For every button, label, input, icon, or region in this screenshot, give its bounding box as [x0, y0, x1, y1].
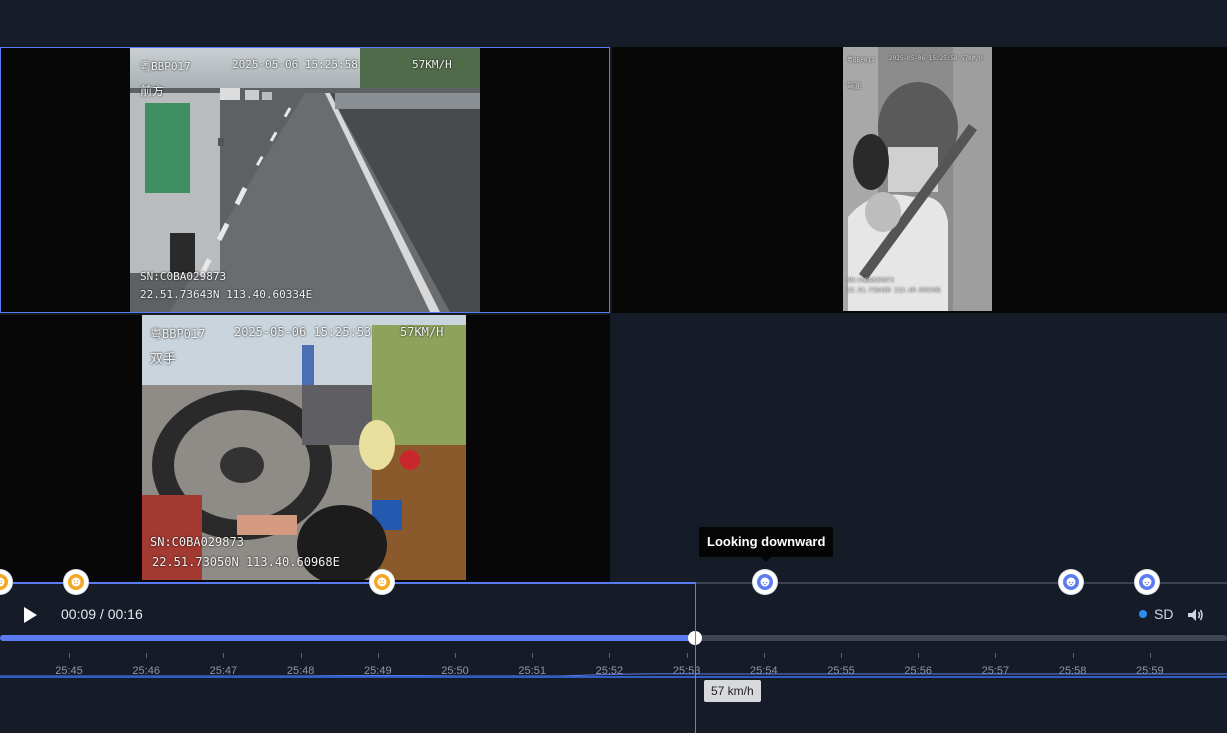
osd-plate: 粤BBP017: [847, 57, 875, 64]
timeline-tick: [686, 653, 688, 658]
osd-plate: 粤BBP017: [150, 327, 206, 341]
osd-channel-label: 前方: [140, 84, 165, 98]
timeline-tick: [841, 653, 842, 658]
video-cell-driver[interactable]: 粤BBP017 2025-05-06 15:25:58 57KM/H 驾驶 SN…: [612, 47, 1227, 313]
progress-fill: [0, 635, 695, 641]
looking-down-icon: [1142, 577, 1152, 587]
osd-channel-label: 驾驶: [847, 82, 861, 90]
timeline-tick: [532, 653, 534, 658]
event-marker[interactable]: [1059, 570, 1083, 594]
quality-label: SD: [1154, 606, 1174, 622]
timeline-cursor: [695, 582, 696, 733]
quality-dot: [1139, 610, 1147, 618]
event-marker[interactable]: [370, 570, 394, 594]
osd-gps: 22.51.73643N 113.40.60334E: [847, 287, 941, 294]
osd-serial: SN:C0BA029873: [847, 277, 894, 284]
speed-readout: 57 km/h: [704, 680, 761, 702]
osd-speed: 57KM/H: [400, 325, 444, 339]
timeline-tick: [918, 653, 920, 658]
looking-down-icon: [760, 577, 770, 587]
timeline-tick: [455, 653, 456, 658]
event-track-played: [0, 582, 696, 584]
looking-down-icon: [1066, 577, 1076, 587]
osd-speed: 57KM/H: [412, 58, 452, 71]
timeline-tick: [300, 653, 302, 658]
time-display: 00:09 / 00:16: [61, 606, 143, 622]
quality-selector[interactable]: SD: [1139, 606, 1173, 622]
timeline-tick: [69, 653, 70, 658]
alert-face-icon: [0, 577, 5, 587]
event-tooltip: Looking downward: [699, 527, 834, 562]
osd-channel-label: 双手: [150, 352, 177, 367]
osd-datetime: 2025-05-06 15:25:58: [232, 58, 358, 71]
timeline-tick: [377, 653, 379, 658]
driver-camera-feed: 粤BBP017 2025-05-06 15:25:58 57KM/H 驾驶 SN…: [843, 47, 992, 311]
timeline-tick: [1149, 653, 1151, 658]
osd-gps: 22.51.73643N 113.40.60334E: [140, 288, 313, 301]
timeline-baseline: [0, 676, 1227, 678]
video-grid: 粤BBP017 2025-05-06 15:25:58 57KM/H 前方 SN…: [0, 47, 1227, 582]
alert-face-icon: [377, 577, 387, 587]
top-bar: [0, 0, 1227, 47]
event-marker[interactable]: [64, 570, 88, 594]
volume-icon: [1188, 609, 1203, 621]
alert-face-icon: [71, 577, 81, 587]
player-controls: Looking downward 00:09 / 00:16 SD 25:45 2…: [0, 527, 1227, 733]
volume-button[interactable]: [1186, 606, 1204, 624]
event-marker[interactable]: [1135, 570, 1159, 594]
timeline-tick: [1072, 653, 1074, 658]
osd-speed: 57KM/H: [961, 55, 983, 62]
timeline-tick: [609, 653, 611, 658]
osd-serial: SN:C0BA029873: [140, 270, 227, 283]
osd-gps: 22.51.73050N 113.40.60968E: [152, 555, 340, 569]
timeline-tick: [146, 653, 148, 658]
osd-datetime: 2025-05-06 15:25:58: [889, 55, 958, 62]
front-camera-feed: 粤BBP017 2025-05-06 15:25:58 57KM/H 前方 SN…: [130, 48, 480, 312]
video-cell-hands[interactable]: 粤BBP017 2025-05-06 15:25:53 57KM/H 双手 SN…: [0, 315, 610, 582]
timeline-tick: [223, 653, 225, 658]
play-icon: [24, 607, 37, 623]
play-button[interactable]: [18, 604, 40, 626]
osd-serial: SN:C0BA029873: [150, 535, 244, 549]
osd-plate: 粤BBP017: [140, 60, 191, 73]
hands-camera-feed: 粤BBP017 2025-05-06 15:25:53 57KM/H 双手 SN…: [142, 315, 466, 580]
timeline-tick: [763, 653, 765, 658]
event-marker[interactable]: [753, 570, 777, 594]
osd-datetime: 2025-05-06 15:25:53: [234, 325, 372, 339]
video-cell-front[interactable]: 粤BBP017 2025-05-06 15:25:58 57KM/H 前方 SN…: [0, 47, 610, 313]
timeline-tick: [995, 653, 997, 658]
